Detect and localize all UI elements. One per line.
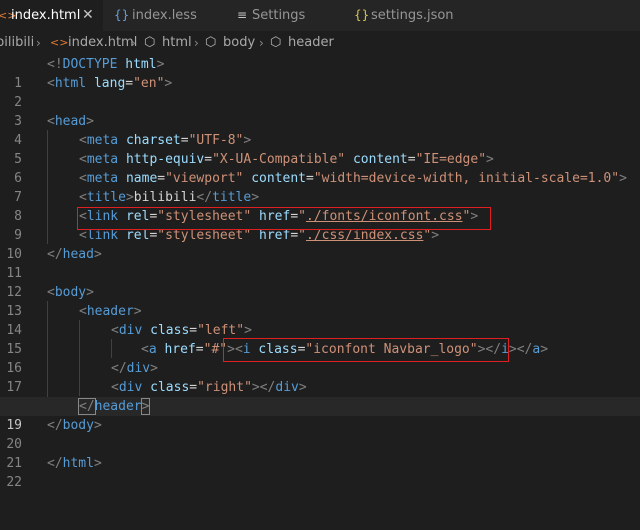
element-cube-icon: ⬡ [144, 35, 156, 50]
code-line[interactable]: 7 <meta name="viewport" content="width=d… [0, 169, 640, 205]
breadcrumb-file[interactable]: index.html [68, 31, 137, 55]
breadcrumb-separator-icon: › [194, 36, 199, 50]
html-file-icon: <> [50, 36, 69, 49]
code-line[interactable]: 4 <head> [0, 112, 640, 148]
highlight-box-link [77, 207, 491, 230]
breadcrumb: bilibili › <> index.html › ⬡ html › ⬡ bo… [0, 31, 640, 55]
line-code[interactable]: </header> [78, 397, 151, 416]
line-code[interactable]: <header> [79, 302, 142, 321]
breadcrumb-item-header[interactable]: header [288, 31, 334, 55]
tab-label: index.less [132, 8, 197, 23]
code-line[interactable]: 12 [0, 264, 640, 300]
json-file-icon: {} [354, 8, 370, 22]
breadcrumb-separator-icon: › [36, 36, 41, 50]
code-line[interactable]: 5 <meta charset="UTF-8"> [0, 131, 640, 167]
code-line[interactable]: 2 <html lang="en"> [0, 74, 640, 110]
code-line[interactable]: 6 <meta http-equiv="X-UA-Compatible" con… [0, 150, 640, 186]
code-line[interactable]: 3 [0, 93, 640, 129]
code-line[interactable]: 22 </html> [0, 454, 640, 490]
element-cube-icon: ⬡ [205, 35, 217, 50]
breadcrumb-item-body[interactable]: body [223, 31, 255, 55]
line-code[interactable]: <meta charset="UTF-8"> [79, 131, 251, 150]
settings-list-icon: ≡ [237, 8, 248, 22]
link-path[interactable]: ./css/index.css [306, 228, 423, 243]
current-code-line[interactable]: 19 </header> [0, 397, 640, 433]
breadcrumb-separator-icon: › [259, 36, 264, 50]
code-line[interactable]: 11 </head> [0, 245, 640, 281]
tab-index-html[interactable]: <> index.html ✕ [0, 0, 103, 31]
highlight-box-icon [223, 338, 509, 362]
line-code[interactable]: <meta name="viewport" content="width=dev… [79, 169, 627, 188]
breadcrumb-separator-icon: › [131, 36, 136, 50]
code-line[interactable]: 13 <body> [0, 283, 640, 319]
code-line[interactable]: 21 [0, 435, 640, 471]
tab-label: index.html [11, 8, 81, 23]
line-code[interactable]: <div class="right"></div> [111, 378, 307, 397]
matching-bracket: </ [78, 398, 96, 415]
code-line[interactable]: 18 <div class="right"></div> [0, 378, 640, 414]
tab-bar: <> index.html ✕ {} index.less ≡ Settings… [0, 0, 640, 31]
tab-settings[interactable]: ≡ Settings [225, 0, 345, 31]
close-tab-icon[interactable]: ✕ [82, 0, 94, 31]
breadcrumb-item-html[interactable]: html [162, 31, 192, 55]
line-code[interactable]: <title>bilibili</title> [79, 188, 259, 207]
code-line[interactable]: 14 <header> [0, 302, 640, 338]
line-code[interactable]: <!DOCTYPE html> [47, 55, 164, 74]
line-code[interactable]: <body> [47, 283, 94, 302]
line-code[interactable]: </body> [47, 416, 102, 435]
code-line[interactable]: 20 </body> [0, 416, 640, 452]
matching-bracket: > [140, 398, 151, 415]
element-cube-icon: ⬡ [270, 35, 282, 50]
breadcrumb-root[interactable]: bilibili [0, 31, 34, 55]
code-line[interactable]: 1 <!DOCTYPE html> [0, 55, 640, 91]
line-number: 22 [6, 475, 22, 490]
code-line[interactable]: 8 <title>bilibili</title> [0, 188, 640, 224]
line-code[interactable]: <head> [47, 112, 94, 131]
tab-label: Settings [252, 8, 306, 23]
line-code[interactable]: </div> [111, 359, 158, 378]
tab-label: settings.json [371, 8, 454, 23]
line-code[interactable]: </head> [47, 245, 102, 264]
line-code[interactable]: </html> [47, 454, 102, 473]
tab-settings-json[interactable]: {} settings.json [345, 0, 475, 31]
code-editor[interactable]: 1 <!DOCTYPE html> 2 <html lang="en"> 3 4… [0, 55, 640, 490]
less-file-icon: {} [114, 8, 130, 22]
line-code[interactable]: <html lang="en"> [47, 74, 172, 93]
line-code[interactable]: <meta http-equiv="X-UA-Compatible" conte… [79, 150, 494, 169]
tab-index-less[interactable]: {} index.less [103, 0, 225, 31]
